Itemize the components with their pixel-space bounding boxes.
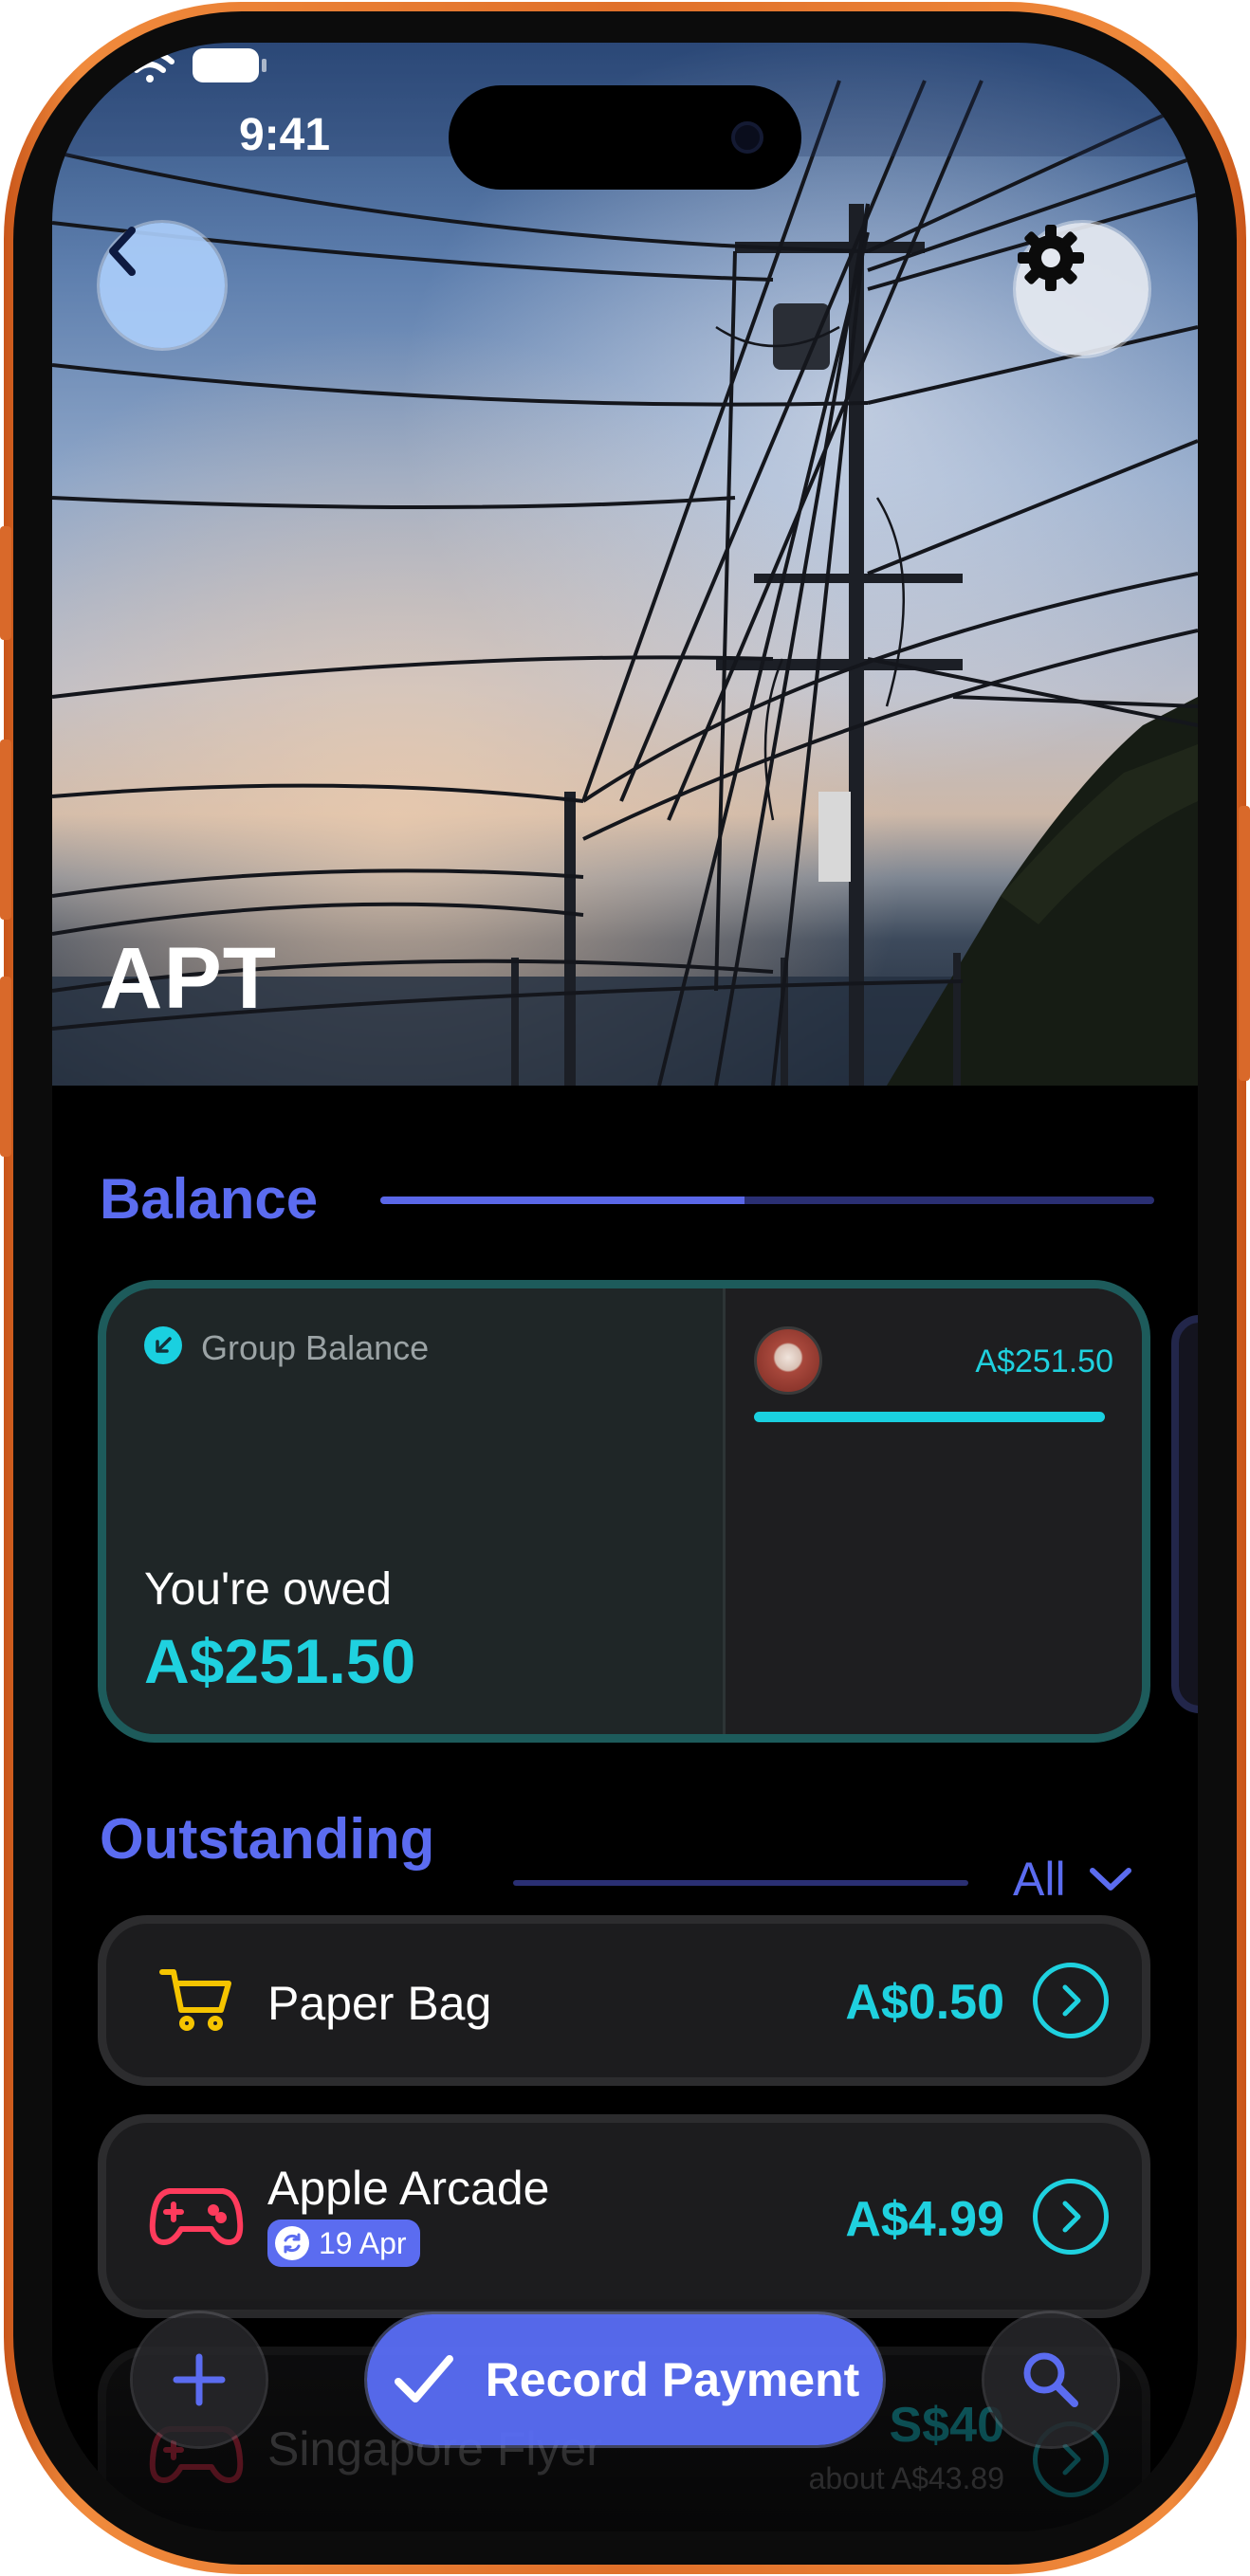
balance-section-title: Balance — [100, 1167, 319, 1231]
item-amount: A$0.50 — [845, 1975, 1004, 2030]
chevron-right-icon — [1062, 2201, 1081, 2233]
member-balance-bar — [754, 1412, 1105, 1422]
group-name: APT — [100, 930, 277, 1027]
app-screen: 9:41 APT Balance Group Balance You're ow… — [52, 43, 1198, 2531]
group-cover-photo: 9:41 APT — [52, 43, 1198, 1086]
outstanding-divider-line — [513, 1880, 968, 1886]
item-amount: A$4.99 — [845, 2192, 1004, 2247]
balance-progress-line — [380, 1197, 1154, 1204]
incoming-arrow-icon — [144, 1326, 182, 1364]
search-icon — [1023, 2352, 1078, 2407]
filter-dropdown[interactable]: All — [1013, 1852, 1132, 1907]
action-button — [0, 526, 11, 640]
filter-label: All — [1013, 1853, 1066, 1906]
dynamic-island — [449, 85, 801, 190]
balance-progress-fill — [380, 1197, 744, 1204]
member-balance-panel: A$251.50 — [726, 1288, 1142, 1734]
volume-down-button — [0, 977, 11, 1157]
badge-date: 19 Apr — [319, 2225, 407, 2260]
item-detail-button[interactable] — [1033, 1963, 1109, 2038]
record-payment-label: Record Payment — [485, 2353, 860, 2406]
wifi-icon — [125, 49, 175, 82]
battery-icon — [193, 48, 267, 82]
group-balance-card[interactable]: Group Balance You're owed A$251.50 A$251… — [98, 1280, 1150, 1743]
chevron-right-icon — [1062, 2443, 1081, 2476]
item-detail-button[interactable] — [1033, 2179, 1109, 2255]
outstanding-item-paper-bag[interactable]: Paper Bag A$0.50 — [98, 1915, 1150, 2086]
camera-icon — [731, 121, 763, 154]
chevron-down-icon — [1089, 1868, 1131, 1891]
outstanding-section-title: Outstanding — [100, 1807, 435, 1871]
record-payment-button[interactable]: Record Payment — [367, 2314, 883, 2445]
status-time: 9:41 — [238, 110, 331, 160]
outstanding-item-apple-arcade[interactable]: Apple Arcade 19 Apr A$4.99 — [98, 2114, 1150, 2318]
group-balance-label: Group Balance — [201, 1328, 430, 1367]
owed-label: You're owed — [144, 1564, 392, 1615]
power-button — [1239, 806, 1250, 1081]
volume-up-button — [0, 740, 11, 920]
recurring-date-badge: 19 Apr — [267, 2220, 420, 2267]
shopping-cart-icon — [159, 1969, 231, 2031]
checkmark-icon — [394, 2355, 453, 2402]
recurring-icon — [275, 2226, 309, 2260]
member-amount: A$251.50 — [975, 1343, 1113, 1379]
add-expense-button[interactable] — [133, 2313, 266, 2446]
item-name: Apple Arcade — [267, 2162, 550, 2215]
gear-icon — [1018, 225, 1084, 291]
chevron-right-icon — [1062, 1984, 1081, 2017]
avatar[interactable] — [754, 1326, 822, 1395]
game-controller-icon — [149, 2188, 244, 2245]
next-balance-card-peek[interactable] — [1171, 1315, 1198, 1713]
search-button[interactable] — [984, 2313, 1117, 2446]
item-amount: S$40 — [889, 2398, 1004, 2453]
settings-button[interactable] — [1016, 223, 1149, 356]
back-button[interactable] — [100, 223, 225, 348]
balance-summary-panel: Group Balance You're owed A$251.50 — [106, 1288, 723, 1734]
owed-amount: A$251.50 — [144, 1626, 416, 1696]
plus-icon — [173, 2353, 226, 2406]
lightning-bolt-icon — [62, 45, 94, 117]
item-converted-amount: about A$43.89 — [808, 2461, 1004, 2495]
chevron-left-icon — [109, 227, 136, 276]
item-name: Paper Bag — [267, 1977, 492, 2030]
